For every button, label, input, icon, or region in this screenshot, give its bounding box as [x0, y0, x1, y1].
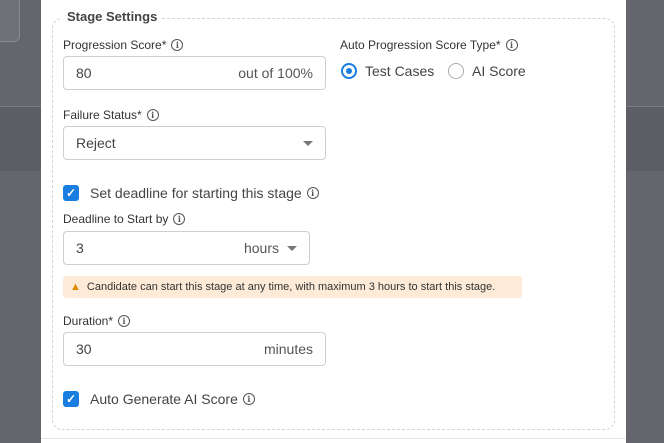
ai-score-checkbox-row[interactable]: ✓ Auto Generate AI Score i [63, 391, 255, 407]
radio-ai-score-label: AI Score [472, 63, 526, 79]
duration-unit: minutes [263, 341, 313, 357]
warning-icon: ▲ [70, 281, 81, 293]
failure-status-value: Reject [76, 135, 116, 151]
chevron-down-icon[interactable] [287, 245, 297, 251]
radio-ai-score[interactable]: AI Score [448, 63, 526, 79]
deadline-unit-select[interactable]: hours [244, 240, 279, 256]
info-icon[interactable]: i [173, 213, 186, 225]
radio-test-cases-label: Test Cases [365, 63, 435, 79]
info-icon[interactable]: i [118, 315, 131, 327]
backdrop-band [626, 107, 664, 171]
chevron-down-icon [303, 140, 313, 146]
auto-progression-type-label: Auto Progression Score Type* i [340, 38, 518, 52]
deadline-warning-banner: ▲ Candidate can start this stage at any … [63, 276, 522, 298]
backdrop-right [626, 0, 664, 443]
failure-status-label-text: Failure Status* [63, 108, 142, 122]
radio-test-cases[interactable]: Test Cases [341, 63, 434, 79]
progression-score-label: Progression Score* i [63, 38, 184, 52]
deadline-checkbox-label: Set deadline for starting this stage [90, 185, 302, 201]
progression-score-input[interactable]: 80 out of 100% [63, 56, 326, 90]
duration-input[interactable]: 30 minutes [63, 332, 326, 366]
duration-value: 30 [76, 341, 92, 357]
info-icon[interactable]: i [505, 39, 518, 51]
info-icon[interactable]: i [306, 187, 319, 199]
failure-status-label: Failure Status* i [63, 108, 159, 122]
deadline-warning-text: Candidate can start this stage at any ti… [86, 281, 496, 293]
info-icon[interactable]: i [146, 109, 159, 121]
section-title: Stage Settings [62, 9, 163, 24]
info-icon[interactable]: i [242, 393, 255, 405]
duration-label: Duration* i [63, 314, 131, 328]
deadline-label-text: Deadline to Start by [63, 212, 169, 226]
radio-selected-icon[interactable] [341, 63, 357, 79]
info-icon[interactable]: i [171, 39, 184, 51]
backdrop-left [0, 0, 41, 443]
deadline-input[interactable]: 3 hours [63, 231, 310, 265]
radio-unselected-icon[interactable] [448, 63, 464, 79]
progression-score-suffix: out of 100% [238, 65, 313, 81]
backdrop-card [0, 0, 20, 42]
progression-score-label-text: Progression Score* [63, 38, 167, 52]
deadline-value: 3 [76, 240, 84, 256]
progression-score-value: 80 [76, 65, 92, 81]
deadline-label: Deadline to Start by i [63, 212, 186, 226]
backdrop-band [0, 107, 41, 171]
duration-label-text: Duration* [63, 314, 114, 328]
ai-score-checkbox-label: Auto Generate AI Score [90, 391, 238, 407]
auto-progression-type-label-text: Auto Progression Score Type* [340, 38, 501, 52]
checkbox-checked-icon[interactable]: ✓ [63, 185, 79, 201]
stage-settings-modal: Stage Settings Progression Score* i 80 o… [41, 0, 626, 443]
deadline-checkbox-row[interactable]: ✓ Set deadline for starting this stage i [63, 185, 319, 201]
modal-footer-divider [41, 438, 626, 439]
checkbox-checked-icon[interactable]: ✓ [63, 391, 79, 407]
failure-status-select[interactable]: Reject [63, 126, 326, 160]
